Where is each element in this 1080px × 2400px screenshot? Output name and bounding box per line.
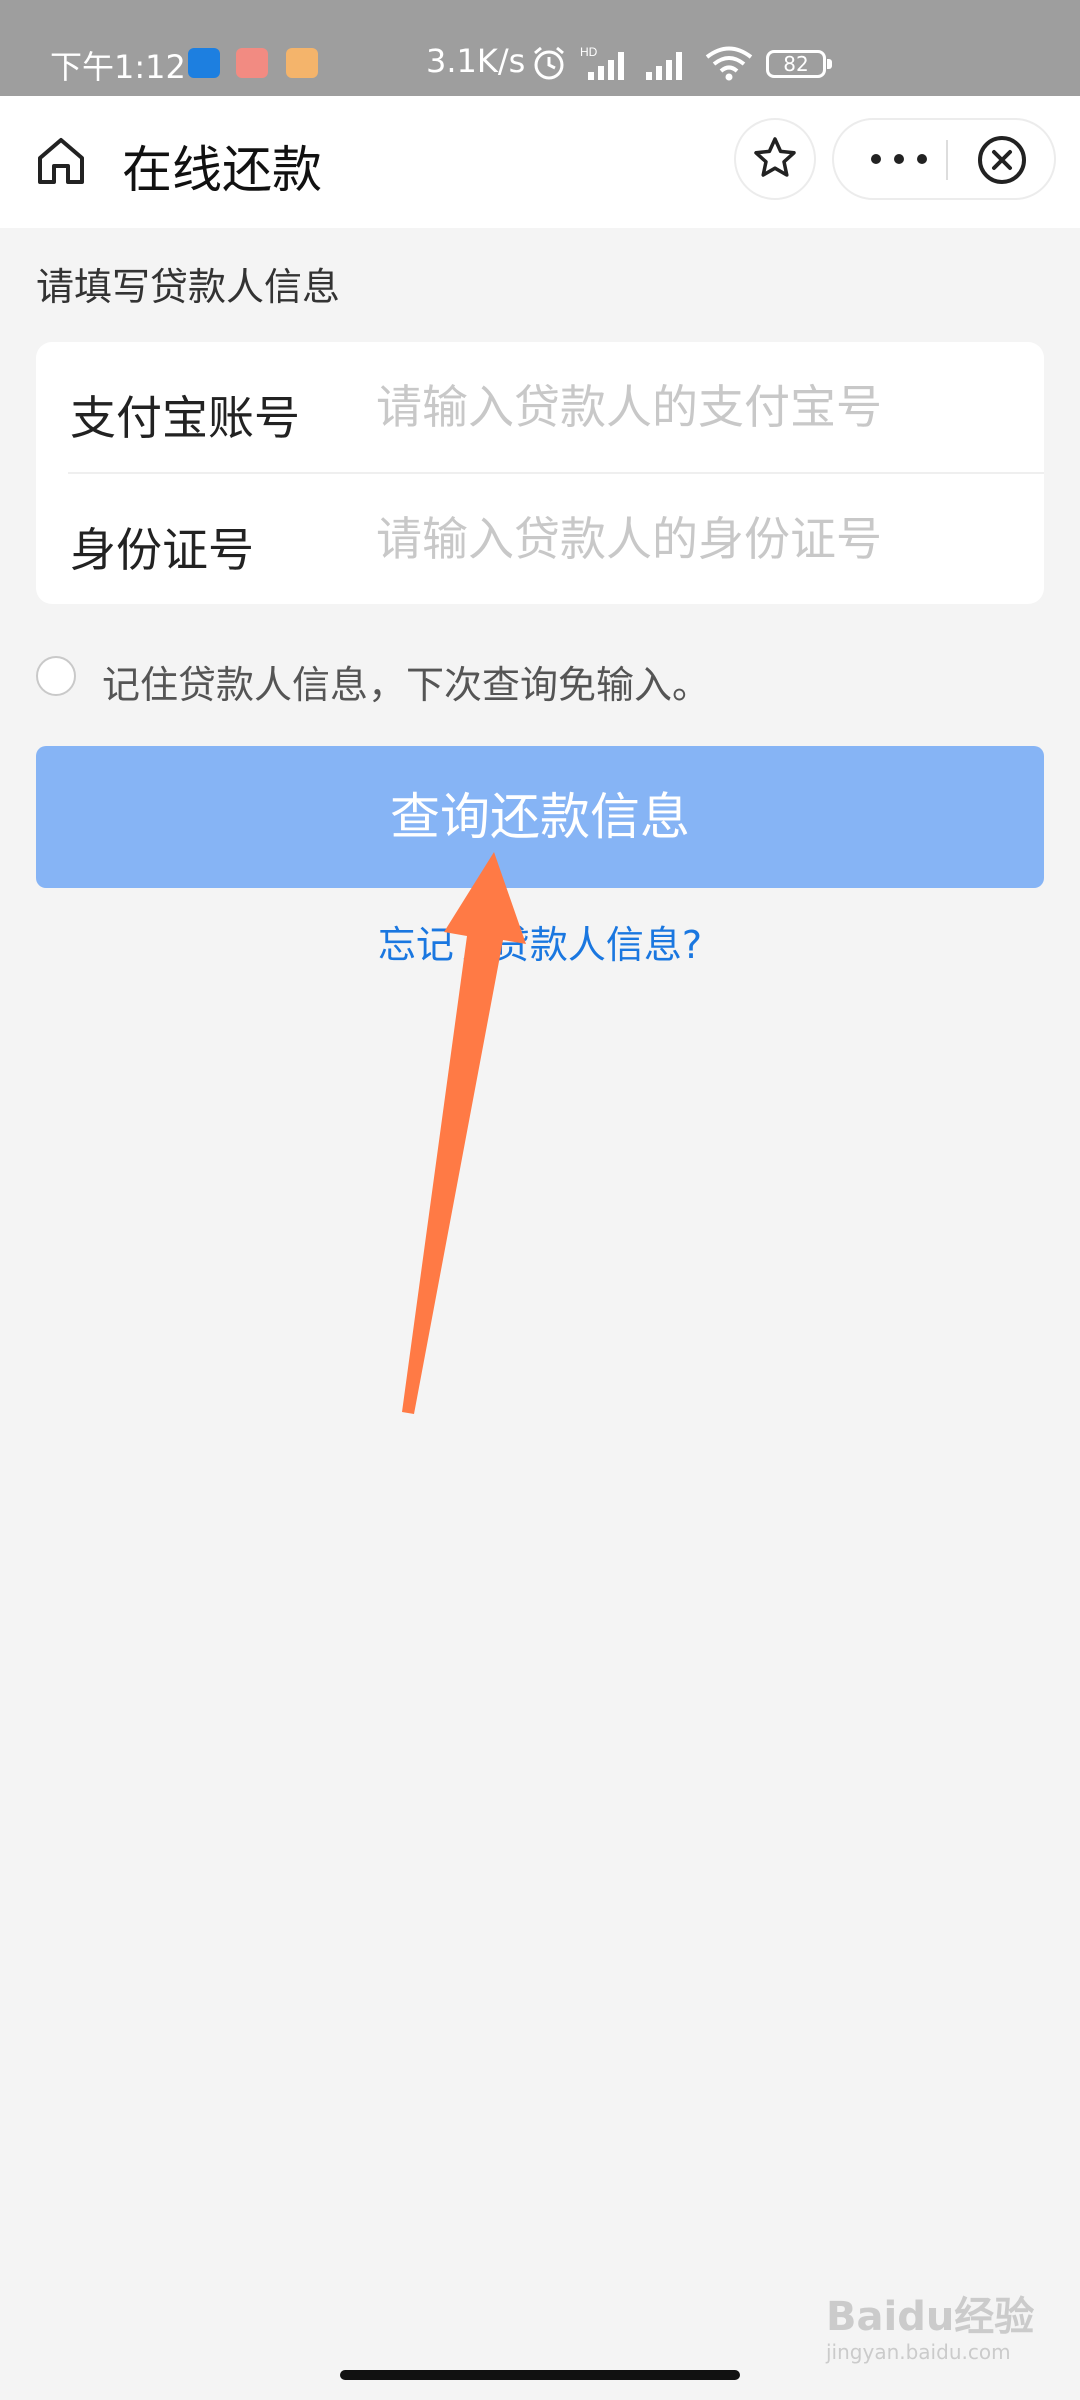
signal-icon — [646, 52, 682, 80]
network-speed: 3.1K/s — [426, 42, 526, 80]
battery-icon: 82 — [766, 50, 832, 78]
favorite-button[interactable] — [734, 118, 816, 200]
alipay-account-input[interactable] — [376, 370, 1016, 444]
svg-text:HD: HD — [580, 45, 598, 59]
query-repayment-button[interactable]: 查询还款信息 — [36, 746, 1044, 888]
app-notification-icon — [236, 48, 268, 78]
wifi-icon — [705, 46, 753, 81]
page-title: 在线还款 — [122, 141, 322, 199]
borrower-form: 支付宝账号 身份证号 — [36, 342, 1044, 604]
status-time: 下午1:12 — [50, 48, 186, 86]
app-notification-icon — [188, 48, 220, 78]
form-row-id-number: 身份证号 — [36, 474, 1044, 604]
nav-bar: 在线还款 — [0, 96, 1080, 228]
mini-program-capsule — [832, 118, 1056, 200]
watermark: Baidu经验 jingyan.baidu.com — [826, 2284, 1056, 2374]
forgot-info-link[interactable]: 忘记了贷款人信息? — [0, 914, 1080, 969]
watermark-brand: Baidu经验 — [826, 2294, 1035, 2340]
close-icon[interactable] — [976, 134, 1028, 186]
form-row-alipay-account: 支付宝账号 — [36, 342, 1044, 474]
hd-signal-icon: HD — [580, 45, 624, 80]
home-indicator[interactable] — [340, 2370, 740, 2380]
id-number-input[interactable] — [376, 502, 1016, 576]
app-notification-icon — [286, 48, 318, 78]
remember-label: 记住贷款人信息，下次查询免输入。 — [102, 663, 711, 707]
capsule-divider — [946, 140, 948, 180]
section-label: 请填写贷款人信息 — [36, 265, 341, 309]
alarm-icon — [534, 46, 564, 80]
more-icon[interactable] — [864, 137, 934, 181]
field-label-id-number: 身份证号 — [70, 523, 254, 577]
status-bar: 下午1:12 3.1K/s HD 82 — [0, 0, 1080, 96]
star-icon — [754, 137, 796, 177]
field-label-alipay-account: 支付宝账号 — [70, 391, 300, 445]
watermark-url: jingyan.baidu.com — [826, 2340, 1011, 2364]
remember-checkbox[interactable] — [36, 656, 76, 696]
home-icon[interactable] — [32, 132, 90, 190]
